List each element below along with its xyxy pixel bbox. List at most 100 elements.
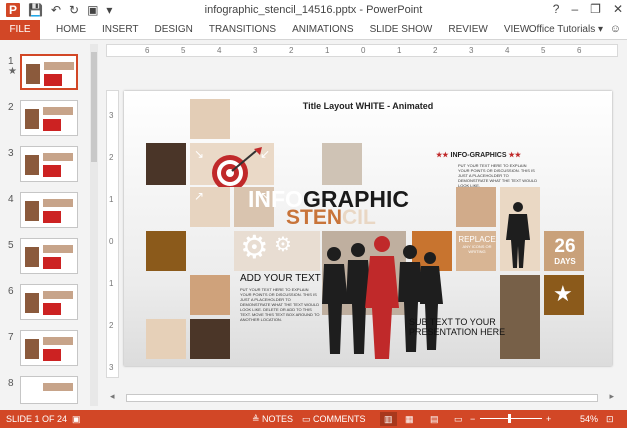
restore-button[interactable]: ❐ (590, 2, 601, 16)
replace-subtitle: ANY ICONS OR WRITING (462, 244, 492, 254)
stencil-title[interactable]: STENCIL (286, 206, 376, 230)
ruler-tick-label: 0 (109, 237, 114, 246)
help-icon[interactable]: ? (553, 2, 560, 16)
slide-show-icon[interactable]: ▭ (454, 414, 463, 425)
sub-text-box[interactable]: SUB TEXT TO YOUR PRESENTATION HERE (409, 317, 509, 337)
days-label: DAYS (554, 257, 576, 266)
slide-thumbnail[interactable] (20, 238, 78, 274)
scroll-left-icon[interactable]: ◂ (110, 391, 115, 402)
slide-thumbnail[interactable] (20, 330, 78, 366)
tab-file[interactable]: FILE (0, 20, 40, 40)
thumbnail-number: 6 (8, 286, 14, 297)
star-icon: ★★ (508, 152, 522, 159)
zoom-slider[interactable] (480, 418, 542, 419)
tab-review[interactable]: REVIEW (440, 20, 495, 40)
tile (190, 319, 230, 359)
ruler-tick-label: 1 (397, 46, 402, 55)
ruler-tick-label: 2 (109, 321, 114, 330)
ruler-tick-label: 5 (541, 46, 546, 55)
gear-icon: ⚙ (274, 234, 292, 256)
ruler-tick-label: 0 (361, 46, 366, 55)
businessman-silhouette (506, 202, 530, 268)
tab-design[interactable]: DESIGN (147, 20, 201, 40)
scrollbar-thumb[interactable] (91, 52, 97, 162)
slide-thumbnail[interactable] (20, 376, 78, 404)
slide-sorter-icon[interactable]: ▦ (405, 414, 414, 425)
tab-insert[interactable]: INSERT (94, 20, 147, 40)
minimize-button[interactable]: – (571, 2, 578, 16)
right-body-text[interactable]: PUT YOUR TEXT HERE TO EXPLAIN YOUR POINT… (458, 163, 538, 188)
window-controls: ? – ❐ ✕ (553, 2, 623, 16)
arrow-icon: ↘ (194, 147, 205, 161)
replace-icon-text[interactable]: REPLACE ANY ICONS OR WRITING (457, 235, 497, 255)
slide-thumbnail[interactable] (20, 284, 78, 320)
tile (190, 99, 230, 139)
ruler-tick-label: 4 (217, 46, 222, 55)
tab-slide-show[interactable]: SLIDE SHOW (362, 20, 441, 40)
tile (146, 231, 186, 271)
tab-transitions[interactable]: TRANSITIONS (201, 20, 284, 40)
reading-view-icon[interactable]: ▤ (430, 414, 439, 425)
days-counter[interactable]: 26 DAYS (546, 236, 584, 267)
info-graphics-heading[interactable]: ★★ INFO-GRAPHICS ★★ (436, 151, 521, 159)
add-your-text-heading[interactable]: ADD YOUR TEXT (240, 273, 321, 284)
comments-button[interactable]: ▭ COMMENTS (302, 414, 366, 425)
ruler-tick-label: 6 (145, 46, 150, 55)
scroll-right-icon[interactable]: ▸ (609, 391, 614, 402)
ruler-tick-label: 1 (109, 195, 114, 204)
title-bar: P 💾 ↶ ↻ ▣ ▾ infographic_stencil_14516.pp… (0, 0, 627, 20)
close-button[interactable]: ✕ (613, 2, 623, 16)
info-graphics-label: INFO-GRAPHICS (450, 152, 507, 159)
days-number: 26 (554, 236, 576, 257)
spell-check-icon[interactable]: ▣ (72, 414, 81, 425)
arrow-icon: ↙ (260, 147, 271, 161)
zoom-slider-handle[interactable] (508, 414, 511, 423)
thumbnail-number: 2 (8, 102, 14, 113)
scrollbar-thumb[interactable] (126, 394, 598, 402)
feedback-smiley-icon[interactable]: ☺ (610, 23, 621, 35)
ribbon-tab-list: HOME INSERT DESIGN TRANSITIONS ANIMATION… (48, 20, 537, 40)
replace-title: REPLACE (458, 235, 496, 244)
thumbnail-number: 8 (8, 378, 14, 389)
star-icon: ★ (553, 281, 573, 306)
fit-slide-icon[interactable]: ⊡ (606, 414, 614, 425)
status-bar: SLIDE 1 OF 24 ▣ ≜ NOTES ▭ COMMENTS ▥ ▦ ▤… (0, 410, 627, 428)
tab-animations[interactable]: ANIMATIONS (284, 20, 361, 40)
normal-view-icon[interactable]: ▥ (380, 412, 397, 426)
people-silhouettes (322, 236, 443, 359)
ruler-tick-label: 1 (325, 46, 330, 55)
slide-thumbnail[interactable] (20, 100, 78, 136)
tile (456, 187, 496, 227)
zoom-level[interactable]: 54% (580, 414, 598, 424)
tile (322, 143, 362, 185)
animation-star-icon: ★ (8, 66, 17, 77)
ruler-tick-label: 5 (181, 46, 186, 55)
thumbnail-scrollbar[interactable] (90, 44, 98, 406)
thumbnail-number: 3 (8, 148, 14, 159)
slide-counter: SLIDE 1 OF 24 (6, 414, 68, 424)
ruler-tick-label: 4 (505, 46, 510, 55)
tile (190, 275, 230, 315)
powerpoint-window: P 💾 ↶ ↻ ▣ ▾ infographic_stencil_14516.pp… (0, 0, 627, 428)
slide-horizontal-scrollbar[interactable]: ◂ ▸ (106, 391, 618, 403)
slide-thumbnail[interactable] (20, 192, 78, 228)
ruler-tick-label: 3 (109, 111, 114, 120)
ruler-tick-label: 1 (109, 279, 114, 288)
left-body-text[interactable]: PUT YOUR TEXT HERE TO EXPLAIN YOUR POINT… (240, 287, 320, 322)
tab-home[interactable]: HOME (48, 20, 94, 40)
notes-button[interactable]: ≜ NOTES (252, 414, 293, 425)
ribbon-tabs: FILE HOME INSERT DESIGN TRANSITIONS ANIM… (0, 20, 627, 40)
zoom-out-button[interactable]: − (470, 414, 475, 424)
slide-thumbnail[interactable] (20, 146, 78, 182)
slide-canvas[interactable]: Title Layout WHITE - Animated ↘ ↙ ↗ ↖ ⚙ … (124, 91, 612, 366)
account-menu[interactable]: Office Tutorials ▾ (529, 20, 603, 40)
horizontal-ruler: 6 5 4 3 2 1 0 1 2 3 4 5 6 (106, 44, 618, 57)
ruler-tick-label: 2 (289, 46, 294, 55)
window-title: infographic_stencil_14516.pptx - PowerPo… (204, 4, 423, 16)
tile (146, 143, 186, 185)
zoom-in-button[interactable]: + (546, 414, 551, 424)
slide-thumbnail-pane: 1 ★ 2 3 4 5 6 7 8 (0, 44, 94, 406)
target-icon (212, 147, 262, 187)
slide-thumbnail[interactable] (20, 54, 78, 90)
stencil-orange-part: STEN (286, 206, 343, 229)
